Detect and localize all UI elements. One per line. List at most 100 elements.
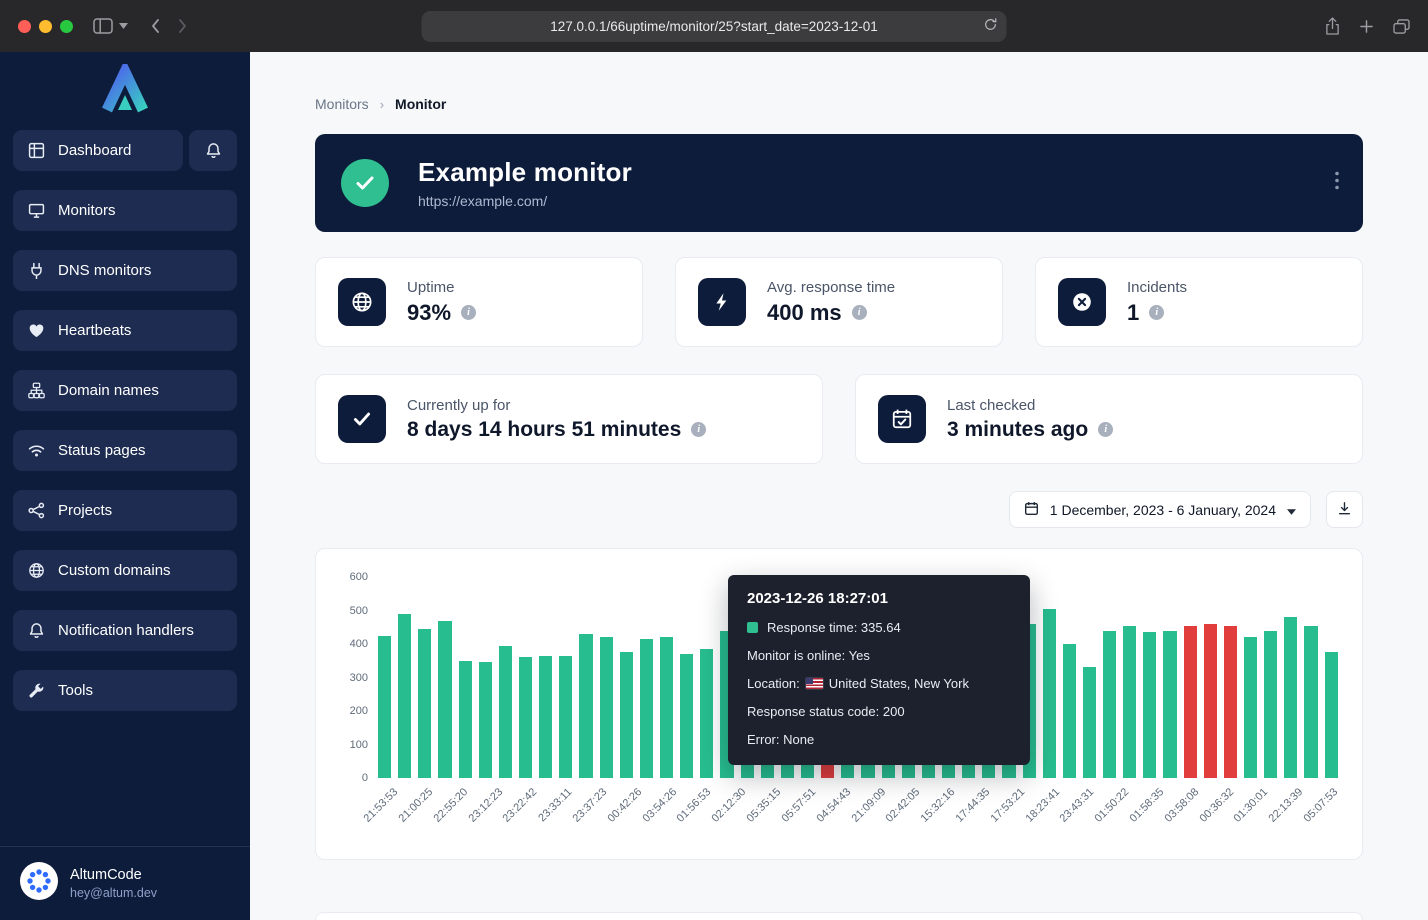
user-email: hey@altum.dev [70,886,157,900]
chart-bar-offline[interactable] [1204,624,1217,778]
sidebar-item-label: Dashboard [58,142,131,159]
x-tick-label: 04:54:43 [814,786,853,825]
window-minimize-button[interactable] [39,20,52,33]
sidebar-item-status-pages[interactable]: Status pages [13,430,237,471]
chart-bar[interactable] [680,654,693,778]
sidebar-item-tools[interactable]: Tools [13,670,237,711]
sidebar-toggle-icon[interactable] [93,18,113,34]
x-tick-label: 02:42:05 [884,786,923,825]
chart-bar[interactable] [1123,626,1136,778]
chart-bar[interactable] [418,629,431,778]
download-icon [1337,501,1352,519]
back-button-icon[interactable] [150,18,160,34]
y-tick-label: 0 [362,772,368,784]
info-icon[interactable]: i [461,305,476,320]
chart-bar[interactable] [700,649,713,778]
y-tick-label: 100 [350,739,368,751]
chart-bar[interactable] [479,662,492,778]
chart-bar[interactable] [459,661,472,778]
chart-bar[interactable] [1325,652,1338,778]
chart-bar[interactable] [378,636,391,778]
avg-response-card: Avg. response time 400 ms i [675,257,1003,347]
chart-bar[interactable] [1264,631,1277,778]
chart-bar[interactable] [1304,626,1317,778]
info-icon[interactable]: i [1098,422,1113,437]
download-button[interactable] [1326,491,1363,528]
url-text: 127.0.0.1/66uptime/monitor/25?start_date… [550,19,878,34]
chart-bar-offline[interactable] [1184,626,1197,778]
chart-bar[interactable] [620,652,633,778]
chart-bar[interactable] [1284,617,1297,778]
chart-bar[interactable] [1143,632,1156,778]
tooltip-location-label: Location: [747,676,800,691]
chart-bar[interactable] [1043,609,1056,778]
chart-bar[interactable] [640,639,653,778]
stat-label: Currently up for [407,397,706,414]
x-tick-label: 21:00:25 [397,786,436,825]
uptime-card: Uptime 93%i [315,257,643,347]
window-controls [18,20,73,33]
wifi-icon [28,442,45,459]
chart-bar[interactable] [1083,667,1096,778]
chart-bar[interactable] [1063,644,1076,778]
sidebar-item-label: Custom domains [58,562,171,579]
refresh-icon[interactable] [984,18,998,35]
plug-icon [28,262,45,279]
y-tick-label: 500 [350,605,368,617]
chart-bar[interactable] [499,646,512,778]
chart-bar[interactable] [398,614,411,778]
window-zoom-button[interactable] [60,20,73,33]
sidebar-item-dashboard[interactable]: Dashboard [13,130,183,171]
chart-bar[interactable] [660,637,673,778]
chart-bar[interactable] [539,656,552,778]
monitor-header-card: Example monitor https://example.com/ [315,134,1363,232]
chart-bar[interactable] [438,621,451,778]
sidebar-user[interactable]: AltumCode hey@altum.dev [0,846,250,920]
sidebar-item-heartbeats[interactable]: Heartbeats [13,310,237,351]
stat-value: 400 ms [767,300,842,326]
tab-overview-icon[interactable] [1393,19,1410,34]
kebab-menu-icon[interactable] [1329,166,1345,201]
stat-label: Avg. response time [767,279,895,296]
next-card-edge [315,912,1363,920]
share-nodes-icon [28,502,45,519]
x-tick-label: 18:23:41 [1023,786,1062,825]
y-tick-label: 200 [350,705,368,717]
breadcrumb: Monitors › Monitor [315,96,1363,112]
sidebar-item-projects[interactable]: Projects [13,490,237,531]
y-axis: 6005004003002001000 [340,577,378,778]
sidebar-item-dns-monitors[interactable]: DNS monitors [13,250,237,291]
chart-bar[interactable] [519,657,532,778]
notifications-button[interactable] [189,130,237,171]
forward-button-icon[interactable] [178,18,188,34]
chart-bar[interactable] [559,656,572,778]
new-tab-icon[interactable] [1360,20,1373,33]
chart-bar[interactable] [600,637,613,778]
sidebar-item-monitors[interactable]: Monitors [13,190,237,231]
chart-bar[interactable] [579,634,592,778]
chart-bar[interactable] [1244,637,1257,778]
info-icon[interactable]: i [852,305,867,320]
main-content: Monitors › Monitor Example monitor https… [250,52,1428,920]
info-icon[interactable]: i [1149,305,1164,320]
address-bar[interactable]: 127.0.0.1/66uptime/monitor/25?start_date… [422,11,1007,42]
window-close-button[interactable] [18,20,31,33]
x-circle-icon [1058,278,1106,326]
sidebar-item-notification-handlers[interactable]: Notification handlers [13,610,237,651]
chart-bar-offline[interactable] [1224,626,1237,778]
sidebar-item-custom-domains[interactable]: Custom domains [13,550,237,591]
app-logo[interactable] [0,52,250,130]
info-icon[interactable]: i [691,422,706,437]
share-icon[interactable] [1325,17,1340,36]
breadcrumb-monitors[interactable]: Monitors [315,96,369,112]
sidebar-item-domain-names[interactable]: Domain names [13,370,237,411]
tooltip-status-code: Response status code: 200 [747,704,905,719]
grid-icon [28,142,45,159]
chart-bar[interactable] [1163,631,1176,778]
chevron-down-icon[interactable] [119,23,128,29]
date-range-picker[interactable]: 1 December, 2023 - 6 January, 2024 [1009,491,1311,528]
chart-bar[interactable] [1103,631,1116,778]
x-tick-label: 03:58:08 [1162,786,1201,825]
stat-label: Uptime [407,279,476,296]
bolt-icon [698,278,746,326]
